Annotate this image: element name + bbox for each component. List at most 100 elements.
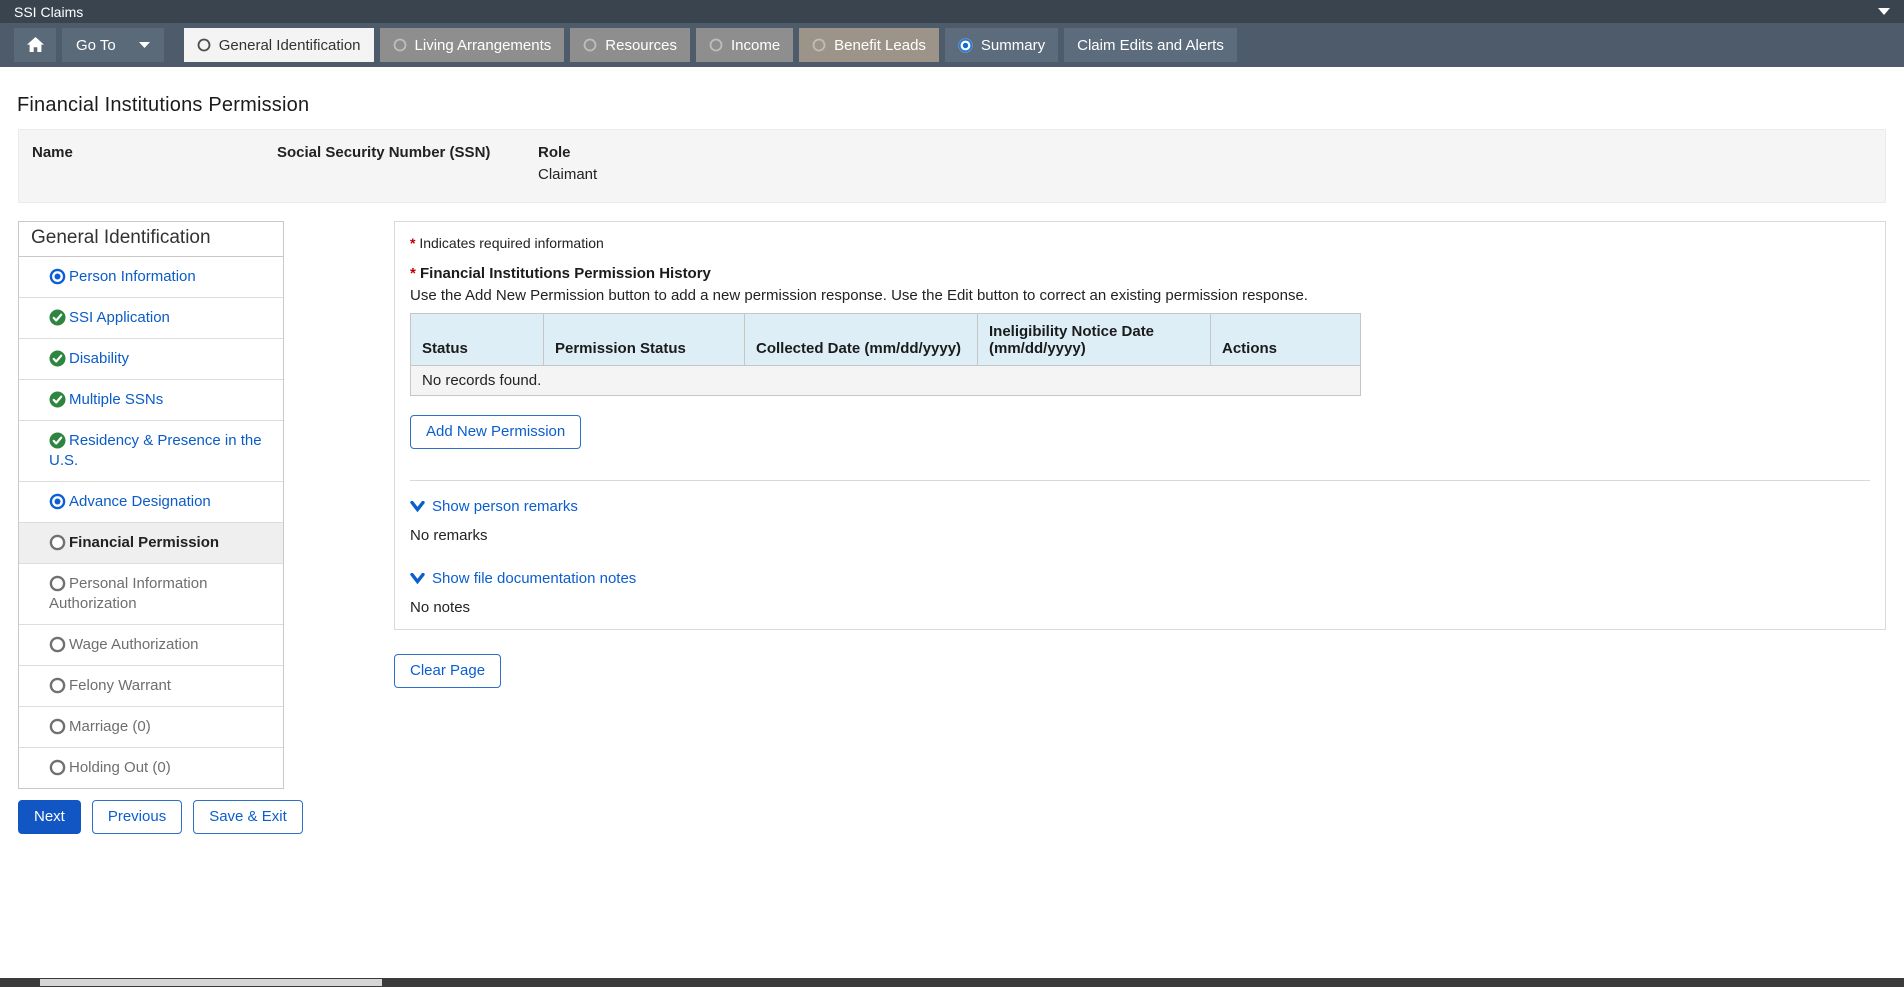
sidebar-item-label: Multiple SSNs <box>69 391 163 408</box>
circle-icon <box>49 575 66 592</box>
instructions-text: Use the Add New Permission button to add… <box>410 287 1870 304</box>
sidebar-item-label: Personal Information Authorization <box>49 575 207 612</box>
page-title: Financial Institutions Permission <box>17 94 309 117</box>
circle-icon <box>49 759 66 776</box>
column-header-status: Status <box>411 314 544 366</box>
sidebar-item-advance-designation[interactable]: Advance Designation <box>19 481 283 522</box>
column-header-ineligibility-notice-date-mm-dd-yyyy: Ineligibility Notice Date (mm/dd/yyyy) <box>978 314 1211 366</box>
sidebar-heading: General Identification <box>19 222 283 257</box>
tab-label: Resources <box>605 37 677 54</box>
collapse-caret-icon[interactable] <box>1878 8 1890 15</box>
tab-benefit-leads: Benefit Leads <box>799 28 939 62</box>
main-navigation: Go To General Identification Living Arran… <box>0 23 1904 67</box>
empty-row-message: No records found. <box>411 366 1361 396</box>
tab-label: Claim Edits and Alerts <box>1077 37 1224 54</box>
sidebar-item-label: Marriage (0) <box>69 718 151 735</box>
circle-icon <box>49 636 66 653</box>
check-circle-icon <box>49 309 66 326</box>
radio-selected-icon <box>49 493 66 510</box>
sidebar-item-felony-warrant: Felony Warrant <box>19 665 283 706</box>
file-notes-content: No notes <box>410 599 1870 616</box>
tab-income: Income <box>696 28 793 62</box>
tab-living-arrangements: Living Arrangements <box>380 28 565 62</box>
name-value <box>32 166 73 184</box>
tab-general-identification[interactable]: General Identification <box>184 28 374 62</box>
scrollbar-thumb[interactable] <box>40 979 382 986</box>
goto-label: Go To <box>76 37 116 54</box>
show-person-remarks-toggle[interactable]: Show person remarks <box>410 498 578 515</box>
person-header: Name Social Security Number (SSN) Role C… <box>18 129 1886 203</box>
radio-empty-icon <box>709 38 723 52</box>
sidebar-item-label: Financial Permission <box>69 534 219 551</box>
radio-empty-icon <box>393 38 407 52</box>
column-header-actions: Actions <box>1211 314 1361 366</box>
circle-icon <box>49 534 66 551</box>
table-row: No records found. <box>411 366 1361 396</box>
radio-empty-icon <box>197 38 211 52</box>
required-asterisk: * <box>410 235 415 251</box>
clear-page-button[interactable]: Clear Page <box>394 654 501 688</box>
tab-label: Income <box>731 37 780 54</box>
chevron-down-icon <box>139 42 150 48</box>
nav-tab-strip: General Identification Living Arrangement… <box>184 28 1237 62</box>
tab-label: General Identification <box>219 37 361 54</box>
tab-label: Living Arrangements <box>415 37 552 54</box>
sidebar-item-label: SSI Application <box>69 309 170 326</box>
circle-icon <box>49 677 66 694</box>
radio-empty-icon <box>583 38 597 52</box>
radio-empty-icon <box>812 38 826 52</box>
save-exit-button[interactable]: Save & Exit <box>193 800 303 834</box>
sidebar-item-label: Felony Warrant <box>69 677 171 694</box>
person-remarks-content: No remarks <box>410 527 1870 544</box>
show-file-notes-toggle[interactable]: Show file documentation notes <box>410 570 636 587</box>
sidebar-item-person-information[interactable]: Person Information <box>19 257 283 297</box>
role-value: Claimant <box>538 166 597 184</box>
sidebar-item-ssi-application[interactable]: SSI Application <box>19 297 283 338</box>
goto-dropdown-button[interactable]: Go To <box>62 28 164 62</box>
check-circle-icon <box>49 350 66 367</box>
permission-history-table: StatusPermission StatusCollected Date (m… <box>410 313 1361 396</box>
role-label: Role <box>538 144 597 161</box>
sidebar-item-label: Residency & Presence in the U.S. <box>49 432 262 469</box>
chevron-down-icon <box>410 501 425 512</box>
home-button[interactable] <box>14 28 56 62</box>
required-note: * Indicates required information <box>410 235 1870 251</box>
tab-claim-edits-and-alerts[interactable]: Claim Edits and Alerts <box>1064 28 1237 62</box>
sidebar-item-disability[interactable]: Disability <box>19 338 283 379</box>
sidebar-item-holding-out-0: Holding Out (0) <box>19 747 283 788</box>
home-icon <box>27 37 44 53</box>
column-header-collected-date-mm-dd-yyyy: Collected Date (mm/dd/yyyy) <box>745 314 978 366</box>
wizard-buttons: Next Previous Save & Exit <box>18 800 303 834</box>
tab-resources: Resources <box>570 28 690 62</box>
required-asterisk: * <box>410 265 416 282</box>
check-circle-icon <box>49 391 66 408</box>
sidebar-item-personal-information-authorization: Personal Information Authorization <box>19 563 283 624</box>
column-header-permission-status: Permission Status <box>544 314 745 366</box>
sidebar-item-wage-authorization: Wage Authorization <box>19 624 283 665</box>
sidebar-item-marriage-0: Marriage (0) <box>19 706 283 747</box>
main-panel: * Indicates required information * Finan… <box>394 221 1886 630</box>
sidebar-item-financial-permission[interactable]: Financial Permission <box>19 522 283 563</box>
sidebar-item-residency-presence-in-the-u-s[interactable]: Residency & Presence in the U.S. <box>19 420 283 481</box>
sidebar-item-label: Holding Out (0) <box>69 759 171 776</box>
sidebar-item-label: Wage Authorization <box>69 636 199 653</box>
section-sidebar: General Identification Person Informatio… <box>18 221 284 789</box>
sidebar-item-label: Person Information <box>69 268 196 285</box>
ssn-label: Social Security Number (SSN) <box>277 144 490 161</box>
divider <box>410 480 1870 481</box>
app-header-bar: SSI Claims <box>0 0 1904 23</box>
tab-summary[interactable]: Summary <box>945 28 1058 62</box>
sidebar-item-label: Advance Designation <box>69 493 211 510</box>
name-label: Name <box>32 144 73 161</box>
sidebar-item-multiple-ssns[interactable]: Multiple SSNs <box>19 379 283 420</box>
check-circle-icon <box>49 432 66 449</box>
app-title: SSI Claims <box>14 4 83 20</box>
section-title: * Financial Institutions Permission Hist… <box>410 265 1870 282</box>
radio-selected-icon <box>958 38 973 53</box>
add-new-permission-button[interactable]: Add New Permission <box>410 415 581 449</box>
previous-button[interactable]: Previous <box>92 800 182 834</box>
chevron-down-icon <box>410 573 425 584</box>
next-button[interactable]: Next <box>18 800 81 834</box>
ssn-value <box>277 166 490 184</box>
circle-icon <box>49 718 66 735</box>
